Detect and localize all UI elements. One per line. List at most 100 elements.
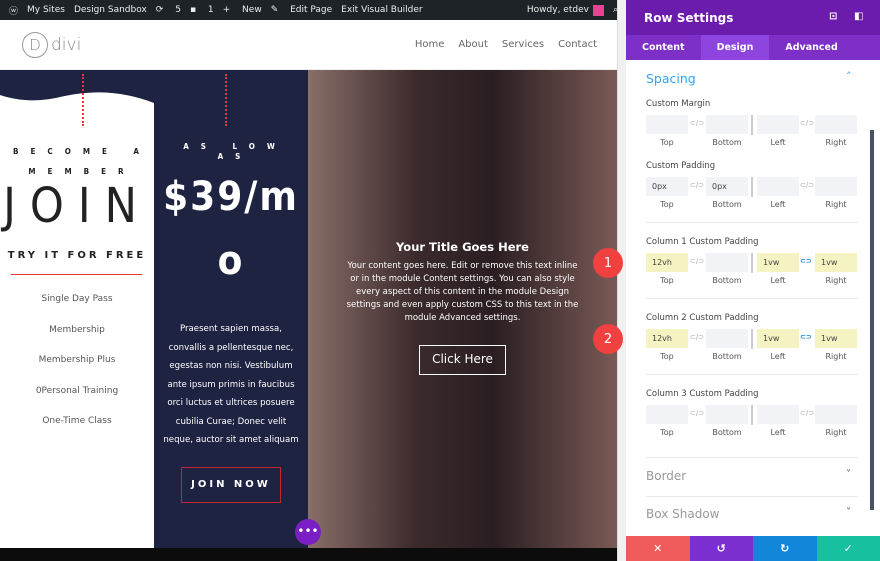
column-1[interactable]: BECOME A MEMBER JOIN TRY IT FOR FREE Sin…	[0, 70, 154, 548]
join-now-button[interactable]: JOIN NOW	[181, 467, 281, 503]
list-item[interactable]: 0Personal Training	[0, 376, 154, 407]
divider	[646, 457, 858, 458]
padding-arrow-icon	[225, 74, 227, 126]
side-label: Top	[660, 428, 674, 437]
link-icon[interactable]: ⊂/⊃	[690, 119, 704, 127]
wave-divider	[0, 70, 154, 103]
border-section-title[interactable]: Border	[646, 469, 686, 483]
column-3[interactable]: Your Title Goes Here Your content goes h…	[308, 70, 617, 548]
padding-input-left[interactable]: 1vw	[757, 329, 799, 348]
step-badge: 1	[593, 248, 623, 278]
panel-scrollbar[interactable]	[870, 130, 874, 510]
padding-input-top[interactable]: 12vh	[646, 329, 688, 348]
nav-contact[interactable]: Contact	[558, 39, 597, 50]
new-link[interactable]: + New	[223, 5, 262, 15]
site-logo[interactable]: Ddivi	[22, 32, 81, 58]
link-icon[interactable]: ⊂/⊃	[690, 333, 704, 341]
list-item[interactable]: Single Day Pass	[0, 284, 154, 315]
step-badge: 2	[593, 324, 623, 354]
side-label: Bottom	[712, 428, 742, 437]
padding-input-bottom[interactable]	[706, 253, 748, 272]
panel-tabs: Content Design Advanced	[626, 35, 880, 60]
divider	[646, 496, 858, 497]
nav-home[interactable]: Home	[415, 39, 445, 50]
padding-input-left[interactable]	[757, 115, 799, 134]
side-label: Right	[825, 276, 847, 285]
chevron-up-icon[interactable]: ˄	[846, 70, 852, 83]
comments-link[interactable]: ▪ 1	[190, 5, 214, 15]
wordpress-icon[interactable]: ⓦ	[9, 4, 18, 17]
link-icon[interactable]: ⊂/⊃	[690, 257, 704, 265]
updates-link[interactable]: ⟳ 5	[156, 5, 181, 15]
padding-input-right[interactable]	[815, 405, 857, 424]
link-icon[interactable]: ⊂/⊃	[800, 119, 814, 127]
membership-list: Single Day Pass Membership Membership Pl…	[0, 284, 154, 437]
eyebrow-text: AS LOW AS	[183, 142, 287, 161]
panel-actions: ✕ ↺ ↻ ✓	[626, 536, 880, 561]
page-scrollbar[interactable]	[617, 0, 626, 561]
nav-about[interactable]: About	[458, 39, 488, 50]
padding-input-right[interactable]: 1vw	[815, 329, 857, 348]
padding-input-left[interactable]: 1vw	[757, 253, 799, 272]
dock-icon[interactable]: ◧	[854, 11, 863, 22]
eyebrow-text: BECOME A MEMBER	[13, 147, 151, 176]
separator	[751, 253, 753, 273]
padding-input-right[interactable]	[815, 177, 857, 196]
padding-input-right[interactable]: 1vw	[815, 253, 857, 272]
list-item[interactable]: Membership Plus	[0, 345, 154, 376]
nav-services[interactable]: Services	[502, 39, 544, 50]
side-label: Right	[825, 352, 847, 361]
fullscreen-icon[interactable]: ⊡	[829, 11, 837, 22]
site-header: Ddivi Home About Services Contact	[0, 20, 617, 70]
spacing-section-title[interactable]: Spacing	[646, 71, 696, 86]
side-label: Left	[770, 138, 786, 147]
howdy-link[interactable]: Howdy, etdev	[527, 5, 589, 15]
box-shadow-section-title[interactable]: Box Shadow	[646, 507, 719, 521]
field-label: Column 3 Custom Padding	[646, 389, 759, 399]
padding-input-bottom[interactable]	[706, 329, 748, 348]
tab-advanced[interactable]: Advanced	[769, 35, 853, 60]
cancel-button[interactable]: ✕	[626, 536, 690, 561]
padding-input-left[interactable]	[757, 177, 799, 196]
click-here-button[interactable]: Click Here	[419, 345, 506, 375]
more-options-icon[interactable]: •••	[295, 519, 321, 545]
site-name-link[interactable]: Design Sandbox	[74, 5, 147, 15]
padding-input-top[interactable]: 0px	[646, 177, 688, 196]
wp-admin-bar: ⓦ My Sites Design Sandbox ⟳ 5 ▪ 1 + New …	[0, 0, 626, 20]
avatar[interactable]	[592, 4, 604, 16]
divider	[646, 298, 858, 299]
padding-input-top[interactable]	[646, 405, 688, 424]
link-icon[interactable]: ⊂/⊃	[800, 409, 814, 417]
padding-input-top[interactable]	[646, 115, 688, 134]
padding-input-bottom[interactable]	[706, 115, 748, 134]
tab-content[interactable]: Content	[626, 35, 701, 60]
my-sites-link[interactable]: My Sites	[27, 5, 65, 15]
chevron-down-icon[interactable]: ˅	[846, 469, 851, 480]
undo-button[interactable]: ↺	[689, 536, 753, 561]
link-icon[interactable]: ⊂⊃	[800, 333, 812, 341]
save-button[interactable]: ✓	[816, 536, 880, 561]
edit-page-link[interactable]: ✎ Edit Page	[271, 5, 332, 15]
padding-input-bottom[interactable]: 0px	[706, 177, 748, 196]
list-item[interactable]: Membership	[0, 315, 154, 346]
link-icon[interactable]: ⊂/⊃	[800, 181, 814, 189]
list-item[interactable]: One-Time Class	[0, 406, 154, 437]
field-label: Custom Padding	[646, 161, 716, 171]
link-icon[interactable]: ⊂/⊃	[690, 181, 704, 189]
red-divider	[11, 274, 142, 275]
side-label: Left	[770, 276, 786, 285]
exit-visual-builder-link[interactable]: Exit Visual Builder	[341, 5, 422, 15]
link-icon[interactable]: ⊂⊃	[800, 257, 812, 265]
padding-input-top[interactable]: 12vh	[646, 253, 688, 272]
column-2[interactable]: AS LOW AS $39/mo Praesent sapien massa, …	[154, 70, 308, 548]
chevron-down-icon[interactable]: ˅	[846, 507, 851, 518]
link-icon[interactable]: ⊂/⊃	[690, 409, 704, 417]
side-label: Bottom	[712, 276, 742, 285]
side-label: Left	[770, 428, 786, 437]
padding-input-left[interactable]	[757, 405, 799, 424]
tab-design[interactable]: Design	[700, 35, 770, 60]
padding-input-bottom[interactable]	[706, 405, 748, 424]
side-label: Right	[825, 138, 847, 147]
redo-button[interactable]: ↻	[753, 536, 817, 561]
padding-input-right[interactable]	[815, 115, 857, 134]
